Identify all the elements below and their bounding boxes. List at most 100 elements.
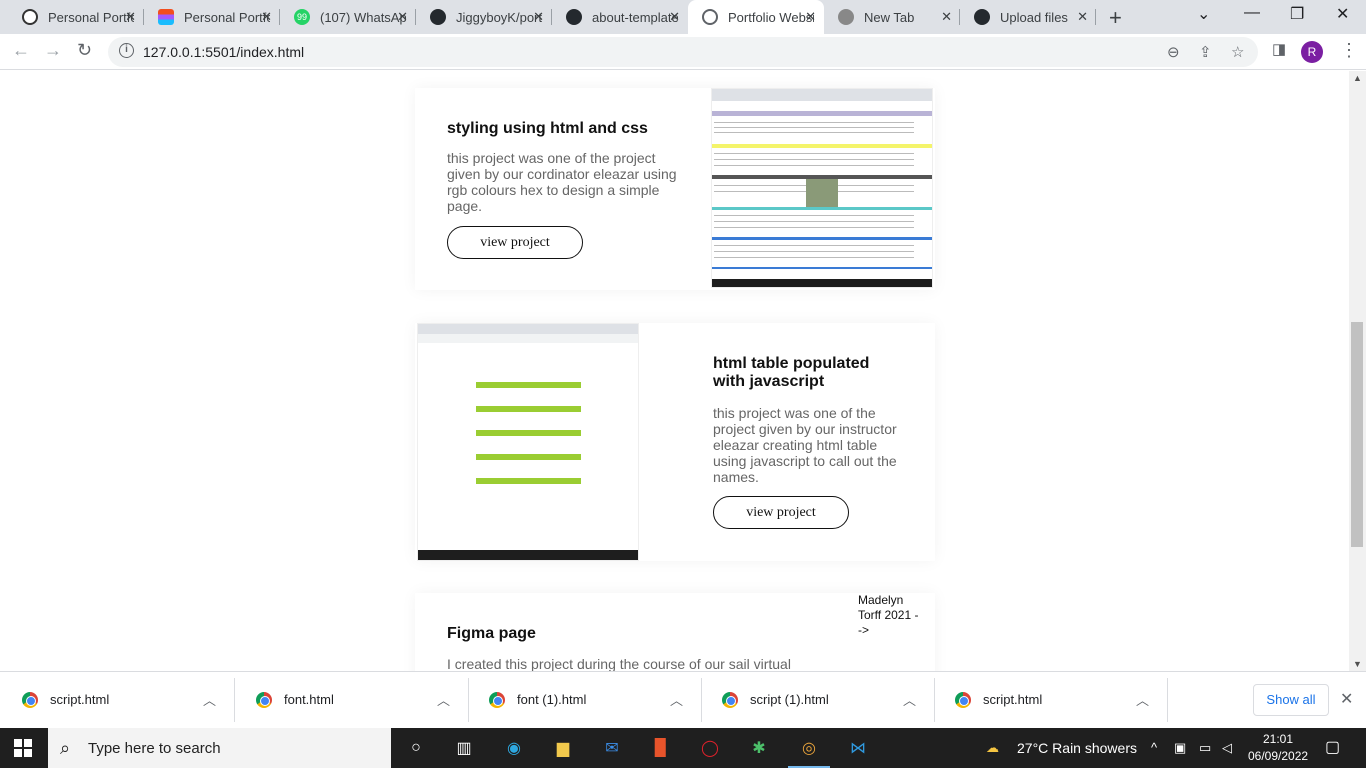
edge-icon[interactable]: ◉ bbox=[501, 736, 527, 760]
github-icon bbox=[430, 9, 446, 25]
mail-icon[interactable]: ✉ bbox=[599, 736, 625, 760]
close-tab-icon[interactable]: ✕ bbox=[125, 9, 136, 25]
network-icon[interactable]: ▣ bbox=[1174, 740, 1186, 756]
bookmark-star-icon[interactable]: ☆ bbox=[1231, 43, 1244, 61]
tab-title: Personal Portfolio bbox=[48, 9, 134, 25]
new-tab-icon[interactable]: + bbox=[1109, 5, 1122, 31]
minimize-icon[interactable]: — bbox=[1244, 4, 1260, 22]
weather-text[interactable]: 27°C Rain showers bbox=[1017, 740, 1137, 756]
tab-github-portfolio[interactable]: JiggyboyK/portfolio ✕ bbox=[416, 0, 552, 34]
project-screenshot-styling[interactable] bbox=[711, 88, 933, 288]
github-icon bbox=[566, 9, 582, 25]
show-all-button[interactable]: Show all bbox=[1253, 684, 1329, 716]
project-card-styling: styling using html and css this project … bbox=[415, 88, 935, 290]
view-project-button[interactable]: view project bbox=[447, 226, 583, 259]
project-title: html table populated with javascript bbox=[713, 355, 870, 390]
cortana-icon[interactable]: ○ bbox=[403, 736, 429, 760]
notifications-icon[interactable]: ▢ bbox=[1325, 737, 1340, 757]
close-window-icon[interactable]: ✕ bbox=[1336, 4, 1349, 24]
windows-taskbar: ⌕ Type here to search ○ ▥ ◉ ▆ ✉ ▉ ◯ ✱ ◎ … bbox=[0, 728, 1366, 768]
chevron-up-icon[interactable]: ︿ bbox=[903, 690, 916, 709]
project-card-table: html table populated with javascript thi… bbox=[415, 323, 935, 561]
figma-icon bbox=[158, 9, 174, 25]
project-title: styling using html and css bbox=[447, 120, 648, 137]
close-tab-icon[interactable]: ✕ bbox=[397, 9, 408, 25]
zoom-icon[interactable]: ⊖ bbox=[1167, 43, 1180, 61]
close-downloads-icon[interactable]: ✕ bbox=[1340, 689, 1353, 709]
tab-new-tab[interactable]: New Tab ✕ bbox=[824, 0, 960, 34]
restore-icon[interactable]: ❐ bbox=[1290, 4, 1304, 24]
tab-personal-portfolio-1[interactable]: Personal Portfolio ✕ bbox=[8, 0, 144, 34]
task-view-icon[interactable]: ▥ bbox=[451, 736, 477, 760]
close-tab-icon[interactable]: ✕ bbox=[533, 9, 544, 25]
chevron-up-icon[interactable]: ︿ bbox=[670, 690, 683, 709]
reload-icon[interactable]: ↻ bbox=[77, 40, 92, 61]
downloads-bar: script.html ︿ font.html ︿ font (1).html … bbox=[0, 671, 1366, 728]
file-explorer-icon[interactable]: ▆ bbox=[550, 736, 576, 760]
credit-text: Madelyn Torff 2021 --> bbox=[858, 593, 919, 637]
tab-title: Personal Portfolio bbox=[184, 9, 270, 25]
windows-start-icon[interactable] bbox=[14, 739, 32, 757]
weather-icon[interactable]: ☁ bbox=[986, 740, 999, 756]
meet-icon[interactable]: ▭ bbox=[1199, 740, 1211, 756]
view-project-button[interactable]: view project bbox=[713, 496, 849, 529]
close-tab-icon[interactable]: ✕ bbox=[669, 9, 680, 25]
project-description: this project was one of the project give… bbox=[713, 405, 897, 485]
tray-chevron-up-icon[interactable]: ^ bbox=[1151, 740, 1157, 755]
chevron-up-icon[interactable]: ︿ bbox=[203, 690, 216, 709]
tab-title: Upload files bbox=[1000, 9, 1068, 25]
download-item[interactable]: font.html ︿ bbox=[236, 678, 469, 722]
download-filename: script.html bbox=[983, 692, 1043, 707]
url-text[interactable]: 127.0.0.1:5501/index.html bbox=[143, 44, 304, 60]
download-item[interactable]: script (1).html ︿ bbox=[702, 678, 935, 722]
close-tab-icon[interactable]: ✕ bbox=[261, 9, 272, 25]
close-tab-icon[interactable]: ✕ bbox=[941, 9, 952, 25]
menu-icon[interactable]: ⋮ bbox=[1340, 40, 1358, 61]
chrome-file-icon bbox=[22, 692, 38, 708]
vertical-scrollbar[interactable]: ▲ ▼ bbox=[1349, 71, 1366, 671]
scrollbar-thumb[interactable] bbox=[1351, 322, 1363, 547]
scroll-down-icon[interactable]: ▼ bbox=[1353, 659, 1362, 669]
github-icon bbox=[974, 9, 990, 25]
profile-avatar[interactable]: R bbox=[1301, 41, 1323, 63]
side-panel-icon[interactable]: ◨ bbox=[1272, 40, 1286, 58]
tab-about-template[interactable]: about-template ✕ bbox=[552, 0, 688, 34]
clock-time: 21:01 bbox=[1262, 732, 1294, 746]
tab-title: (107) WhatsApp bbox=[320, 9, 406, 25]
office-icon[interactable]: ▉ bbox=[648, 736, 674, 760]
search-icon: ⌕ bbox=[60, 738, 71, 758]
tab-upload-files[interactable]: Upload files ✕ bbox=[960, 0, 1096, 34]
close-tab-icon[interactable]: ✕ bbox=[805, 9, 816, 25]
project-screenshot-table[interactable] bbox=[417, 323, 639, 561]
address-bar[interactable]: i 127.0.0.1:5501/index.html ⊖ ⇪ ☆ bbox=[108, 37, 1258, 67]
download-item[interactable]: script.html ︿ bbox=[2, 678, 235, 722]
chrome-icon bbox=[838, 9, 854, 25]
download-item[interactable]: script.html ︿ bbox=[935, 678, 1168, 722]
back-icon[interactable]: ← bbox=[12, 40, 30, 61]
tab-personal-portfolio-2[interactable]: Personal Portfolio ✕ bbox=[144, 0, 280, 34]
tab-portfolio-website[interactable]: Portfolio Website ✕ bbox=[688, 0, 824, 34]
slack-icon[interactable]: ✱ bbox=[746, 736, 772, 760]
close-tab-icon[interactable]: ✕ bbox=[1077, 9, 1088, 25]
share-icon[interactable]: ⇪ bbox=[1199, 43, 1212, 61]
tab-whatsapp[interactable]: 99 (107) WhatsApp ✕ bbox=[280, 0, 416, 34]
tab-search-icon[interactable]: ⌄ bbox=[1197, 4, 1210, 24]
chevron-up-icon[interactable]: ︿ bbox=[437, 690, 450, 709]
chrome-file-icon bbox=[722, 692, 738, 708]
scroll-up-icon[interactable]: ▲ bbox=[1353, 73, 1362, 83]
download-item[interactable]: font (1).html ︿ bbox=[469, 678, 702, 722]
forward-icon[interactable]: → bbox=[44, 40, 62, 61]
taskbar-clock[interactable]: 21:01 06/09/2022 bbox=[1248, 731, 1308, 765]
chrome-taskbar-icon[interactable]: ◎ bbox=[788, 736, 830, 768]
opera-icon[interactable]: ◯ bbox=[697, 736, 723, 760]
chrome-file-icon bbox=[256, 692, 272, 708]
tab-strip: Personal Portfolio ✕ Personal Portfolio … bbox=[0, 0, 1366, 34]
vscode-icon[interactable]: ⋈ bbox=[845, 736, 871, 760]
chevron-up-icon[interactable]: ︿ bbox=[1136, 690, 1149, 709]
page-viewport: styling using html and css this project … bbox=[0, 71, 1366, 671]
download-filename: script.html bbox=[50, 692, 110, 707]
project-description: this project was one of the project give… bbox=[447, 150, 677, 214]
site-info-icon[interactable]: i bbox=[119, 43, 134, 58]
volume-icon[interactable]: ◁ bbox=[1222, 740, 1232, 756]
taskbar-search-box[interactable]: ⌕ Type here to search bbox=[48, 728, 391, 768]
